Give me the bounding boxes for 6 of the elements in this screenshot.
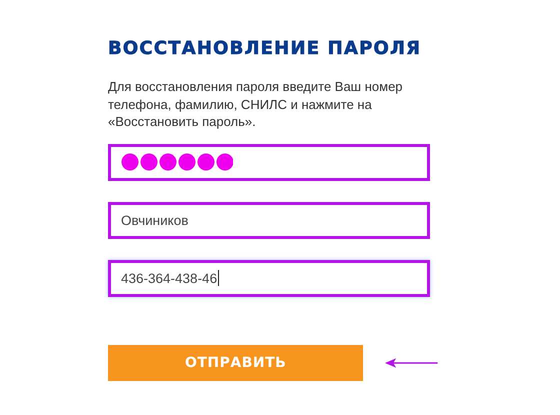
instruction-text: Для восстановления пароля введите Ваш номер телефона, фамилию, СНИЛС и нажмите на «Восстановить пароль».: [108, 78, 404, 130]
input-field[interactable]: Овчиников: [108, 202, 430, 238]
page-title: ВОССТАНОВЛЕНИЕ ПАРОЛЯ: [108, 38, 422, 59]
phone-field[interactable]: [108, 144, 430, 180]
input-field[interactable]: 436-364-438-46: [108, 260, 430, 296]
annotation-arrow: [385, 356, 438, 368]
